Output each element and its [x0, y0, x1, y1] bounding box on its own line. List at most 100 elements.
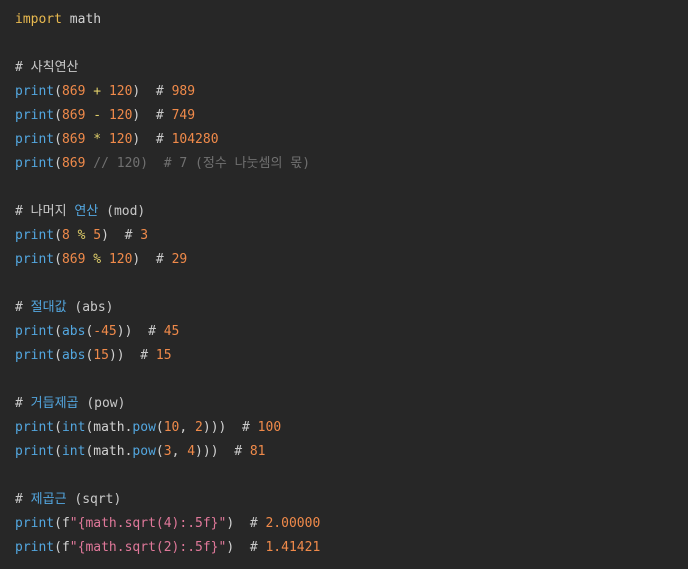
code-line[interactable]: print(869 + 120) # 989 — [0, 80, 688, 104]
code-token: print — [15, 348, 55, 363]
code-token: (pow) — [78, 396, 126, 411]
code-token: print — [15, 228, 55, 243]
code-token: 869 — [61, 156, 86, 171]
code-token: (math. — [85, 444, 133, 459]
code-token: )) — [108, 348, 141, 363]
code-line[interactable]: # 제곱근 (sqrt) — [0, 488, 688, 512]
code-token: # — [155, 252, 172, 267]
code-token: pow — [132, 444, 156, 459]
code-token: # — [155, 108, 172, 123]
code-line[interactable]: print(int(math.pow(3, 4))) # 81 — [0, 440, 688, 464]
code-token: (math. — [85, 420, 133, 435]
code-token: 749 — [171, 108, 196, 123]
code-token: 3 — [163, 444, 172, 459]
code-token: 120 — [108, 84, 133, 99]
code-line[interactable]: print(869 - 120) # 749 — [0, 104, 688, 128]
code-token: % — [85, 252, 109, 267]
code-line[interactable]: print(f"{math.sqrt(4):.5f}") # 2.00000 — [0, 512, 688, 536]
code-line[interactable]: # 나머지 연산 (mod) — [0, 200, 688, 224]
code-line[interactable]: print(abs(15)) # 15 — [0, 344, 688, 368]
code-token: ) — [132, 84, 156, 99]
code-token: ( — [54, 84, 62, 99]
code-token: 120 — [108, 252, 133, 267]
code-line[interactable]: # 거듭제곱 (pow) — [0, 392, 688, 416]
code-token: 869 — [61, 108, 86, 123]
code-token: ) — [132, 108, 156, 123]
code-token: # — [242, 420, 258, 435]
code-token: 120 — [108, 132, 133, 147]
code-token: 2.00000 — [265, 516, 321, 531]
code-token: ( — [54, 420, 62, 435]
code-token: (sqrt) — [66, 492, 122, 507]
code-token: 10 — [163, 420, 180, 435]
code-token: 3 — [140, 228, 149, 243]
code-token: ( — [54, 348, 62, 363]
code-token: print — [15, 420, 55, 435]
code-line[interactable]: print(869 % 120) # 29 — [0, 248, 688, 272]
code-line[interactable]: print(869 // 120) # 7 (정수 나눗셈의 몫) — [0, 152, 688, 176]
code-token: 8 — [61, 228, 70, 243]
code-token: # — [15, 300, 31, 315]
code-token: 100 — [257, 420, 282, 435]
code-token: 45 — [163, 324, 180, 339]
code-token: ( — [54, 252, 62, 267]
code-line[interactable]: print(f"{math.sqrt(2):.5f}") # 1.41421 — [0, 536, 688, 560]
code-token: ( — [54, 108, 62, 123]
code-line[interactable]: print(869 * 120) # 104280 — [0, 128, 688, 152]
code-token: ))) — [195, 444, 235, 459]
code-line[interactable] — [0, 176, 688, 200]
code-token: # — [124, 228, 141, 243]
code-token: 869 — [61, 84, 86, 99]
code-token: (mod) — [98, 204, 146, 219]
code-token: # 나머지 — [15, 204, 75, 219]
code-token: # — [148, 324, 164, 339]
code-token: ))) — [202, 420, 243, 435]
code-line[interactable] — [0, 272, 688, 296]
code-token: abs — [61, 348, 86, 363]
code-token: # — [140, 348, 156, 363]
code-token: + — [85, 84, 109, 99]
code-line[interactable]: # 절대값 (abs) — [0, 296, 688, 320]
code-token: print — [15, 540, 55, 555]
code-token: ( — [54, 444, 62, 459]
code-token: import — [15, 12, 62, 27]
code-token: )) — [116, 324, 149, 339]
code-token: 2 — [195, 420, 203, 435]
code-token: ( — [54, 156, 62, 171]
code-token: 연산 — [74, 204, 99, 219]
code-token: 989 — [171, 84, 196, 99]
code-token: // 120) # 7 (정수 나눗셈의 몫) — [85, 156, 311, 171]
code-token: (f — [54, 540, 70, 555]
code-token: "{math.sqrt(4):.5f}" — [69, 516, 227, 531]
code-line[interactable]: print(int(math.pow(10, 2))) # 100 — [0, 416, 688, 440]
code-token: print — [15, 324, 55, 339]
code-line[interactable]: print(8 % 5) # 3 — [0, 224, 688, 248]
code-line[interactable] — [0, 464, 688, 488]
code-line[interactable] — [0, 32, 688, 56]
code-line[interactable] — [0, 368, 688, 392]
code-token: 104280 — [171, 132, 219, 147]
code-editor[interactable]: import math # 사칙연산 print(869 + 120) # 989… — [0, 0, 688, 569]
code-token: ) — [132, 132, 156, 147]
code-token: pow — [132, 420, 156, 435]
code-token: # — [15, 396, 31, 411]
code-token: # — [234, 444, 250, 459]
code-token: ) — [226, 516, 250, 531]
code-token: print — [15, 108, 55, 123]
code-line[interactable]: # 사칙연산 — [0, 56, 688, 80]
code-token: 15 — [155, 348, 172, 363]
code-token: ) — [226, 540, 250, 555]
code-line[interactable]: print(abs(-45)) # 45 — [0, 320, 688, 344]
code-token: * — [85, 132, 109, 147]
code-token: (f — [54, 516, 70, 531]
code-token: 제곱근 — [30, 492, 67, 507]
code-token: ) — [101, 228, 125, 243]
code-token: - — [85, 108, 109, 123]
code-token: 15 — [93, 348, 109, 363]
code-line[interactable]: import math — [0, 8, 688, 32]
code-token: int — [61, 420, 86, 435]
code-token: -45 — [93, 324, 117, 339]
code-token: ( — [54, 324, 62, 339]
code-token: # — [249, 516, 266, 531]
code-token: 29 — [171, 252, 188, 267]
